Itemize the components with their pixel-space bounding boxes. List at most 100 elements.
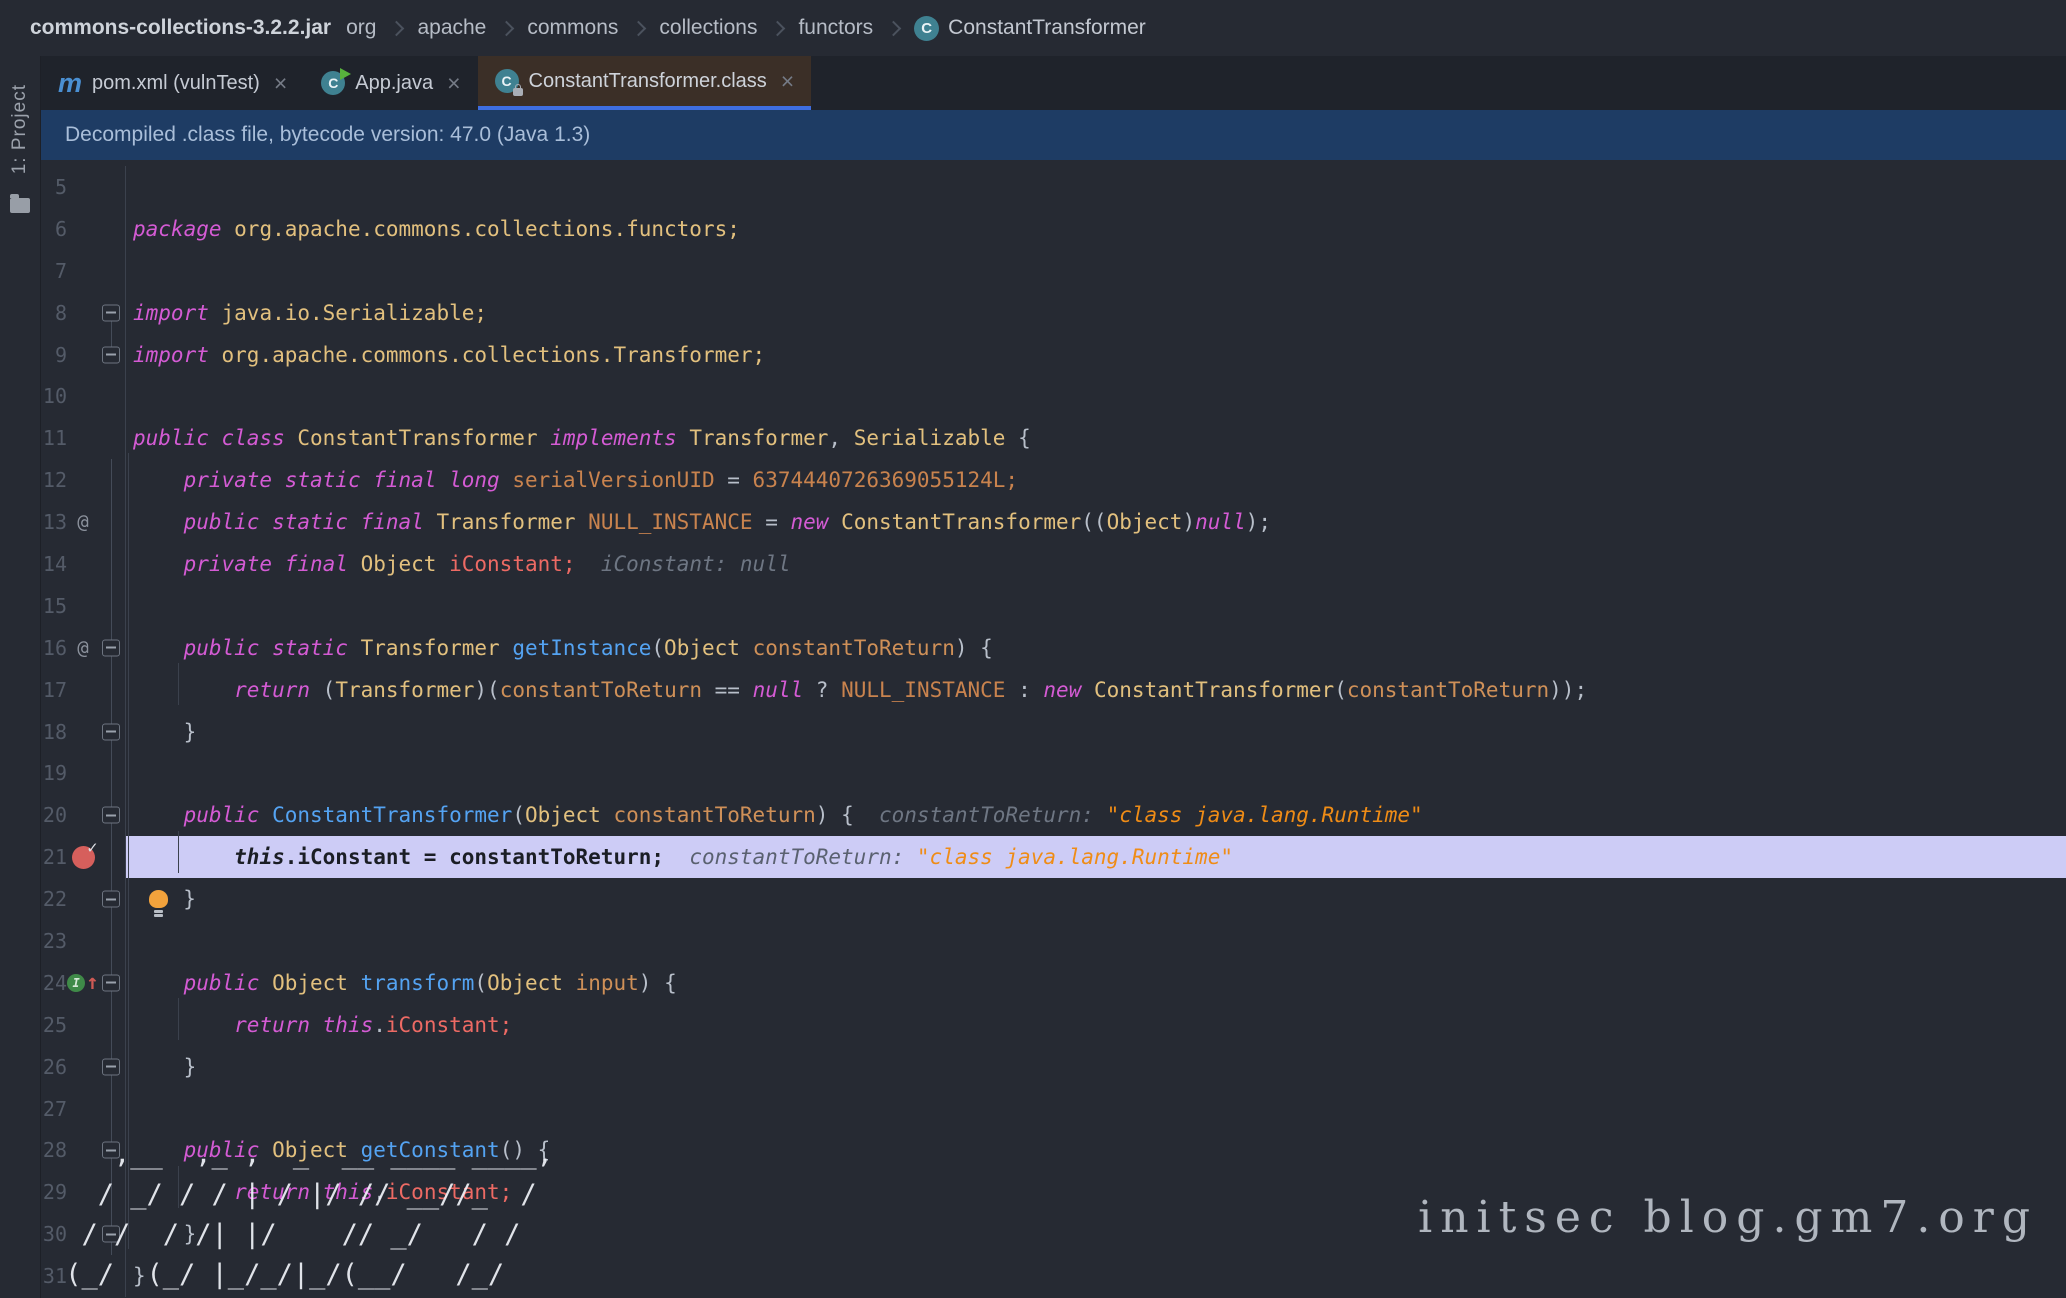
token-pln — [133, 1055, 184, 1079]
line-number[interactable]: 24 — [41, 971, 67, 995]
fold-column[interactable] — [99, 334, 125, 376]
gutter-slot[interactable]: @ — [67, 637, 99, 659]
line-number[interactable]: 17 — [41, 678, 67, 702]
intention-bulb-icon[interactable] — [149, 890, 168, 908]
code-editor[interactable]: 56package org.apache.commons.collections… — [41, 160, 2066, 1298]
tab-close-icon[interactable]: × — [781, 70, 794, 93]
fold-marker-icon[interactable] — [102, 639, 120, 656]
code-line-8: 8import java.io.Serializable; — [41, 292, 2066, 334]
tab-close-icon[interactable]: × — [447, 72, 460, 95]
token-dbv: "class java.lang.Runtime" — [1107, 803, 1423, 827]
code-line-15: 15 — [41, 585, 2066, 627]
fold-column[interactable] — [99, 878, 125, 920]
line-number[interactable]: 14 — [41, 552, 67, 576]
line-number[interactable]: 6 — [41, 217, 67, 241]
token-pln — [133, 636, 184, 660]
fold-column[interactable] — [99, 920, 125, 962]
line-number[interactable]: 9 — [41, 343, 67, 367]
line-number[interactable]: 23 — [41, 929, 67, 953]
breadcrumb-class[interactable]: C ConstantTransformer — [914, 16, 1146, 41]
fold-column[interactable] — [99, 166, 125, 208]
fold-column[interactable] — [99, 375, 125, 417]
project-tool-button[interactable]: 1: Project — [9, 84, 31, 174]
token-pun: : — [1018, 678, 1043, 702]
fold-column[interactable] — [99, 585, 125, 627]
line-number[interactable]: 27 — [41, 1097, 67, 1121]
fold-column[interactable] — [99, 627, 125, 669]
line-number[interactable]: 22 — [41, 887, 67, 911]
tab-constanttransformer-class[interactable]: CConstantTransformer.class× — [478, 56, 812, 110]
maven-icon: m — [58, 70, 82, 97]
token-pun: } — [184, 720, 197, 744]
gutter-slot[interactable] — [67, 846, 99, 869]
fold-column[interactable] — [99, 669, 125, 711]
token-pun: ) { — [639, 971, 677, 995]
fold-column[interactable] — [99, 250, 125, 292]
fold-column[interactable] — [99, 208, 125, 250]
breakpoint-icon[interactable] — [72, 846, 95, 869]
fold-marker-icon[interactable] — [102, 304, 120, 321]
fold-column[interactable] — [99, 459, 125, 501]
line-number[interactable]: 21 — [41, 845, 67, 869]
line-number[interactable]: 11 — [41, 426, 67, 450]
breadcrumb-item-collections[interactable]: collections — [659, 16, 757, 40]
token-pun: )( — [474, 678, 499, 702]
token-pun: ) { — [955, 636, 993, 660]
gutter-slot[interactable]: @ — [67, 511, 99, 533]
line-number[interactable]: 25 — [41, 1013, 67, 1037]
line-number[interactable]: 20 — [41, 803, 67, 827]
fold-marker-icon[interactable] — [102, 891, 120, 908]
line-number[interactable]: 12 — [41, 468, 67, 492]
fold-column[interactable] — [99, 1088, 125, 1130]
breadcrumb-root[interactable]: commons-collections-3.2.2.jar — [30, 16, 331, 40]
code-text: public static Transformer getInstance(Ob… — [125, 627, 2066, 669]
tab-close-icon[interactable]: × — [274, 72, 287, 95]
token-cls: Object — [272, 971, 361, 995]
fold-marker-icon[interactable] — [102, 346, 120, 363]
fold-column[interactable] — [99, 711, 125, 753]
implementing-method-icon[interactable]: I — [67, 974, 85, 992]
gutter-slot[interactable]: I↑ — [67, 972, 99, 993]
fold-column[interactable] — [99, 836, 125, 878]
fold-column[interactable] — [99, 1004, 125, 1046]
line-number[interactable]: 8 — [41, 301, 67, 325]
fold-column[interactable] — [99, 794, 125, 836]
token-kw: new — [1043, 678, 1094, 702]
token-sf: NULL_INSTANCE — [588, 510, 765, 534]
fold-column[interactable] — [99, 962, 125, 1004]
line-number[interactable]: 7 — [41, 259, 67, 283]
code-text: this.iConstant = constantToReturn; const… — [125, 836, 2066, 878]
fold-column[interactable] — [99, 1046, 125, 1088]
breadcrumb-item-org[interactable]: org — [346, 16, 376, 40]
breadcrumb-item-functors[interactable]: functors — [798, 16, 873, 40]
fold-column[interactable] — [99, 501, 125, 543]
code-line-13: 13@ public static final Transformer NULL… — [41, 501, 2066, 543]
fold-marker-icon[interactable] — [102, 974, 120, 991]
line-number[interactable]: 19 — [41, 761, 67, 785]
fold-column[interactable] — [99, 292, 125, 334]
breadcrumb-item-commons[interactable]: commons — [527, 16, 618, 40]
code-text — [125, 920, 2066, 962]
token-pkg: org.apache.commons.collections.functors; — [234, 217, 740, 241]
line-number[interactable]: 16 — [41, 636, 67, 660]
token-pln — [133, 845, 234, 869]
fold-column[interactable] — [99, 752, 125, 794]
line-number[interactable]: 5 — [41, 175, 67, 199]
line-number[interactable]: 26 — [41, 1055, 67, 1079]
fold-column[interactable] — [99, 417, 125, 459]
tab-pom-xml-vulntest-[interactable]: mpom.xml (vulnTest)× — [41, 56, 304, 110]
fold-marker-icon[interactable] — [102, 1058, 120, 1075]
line-number[interactable]: 15 — [41, 594, 67, 618]
annotation-at-icon: @ — [77, 511, 88, 533]
tab-app-java[interactable]: CApp.java× — [304, 56, 477, 110]
fold-marker-icon[interactable] — [102, 723, 120, 740]
fold-column[interactable] — [99, 543, 125, 585]
chevron-right-icon — [770, 20, 786, 36]
line-number[interactable]: 18 — [41, 720, 67, 744]
breadcrumb-item-apache[interactable]: apache — [417, 16, 486, 40]
line-number[interactable]: 10 — [41, 384, 67, 408]
token-pun: , — [828, 426, 853, 450]
line-number[interactable]: 13 — [41, 510, 67, 534]
fold-marker-icon[interactable] — [102, 807, 120, 824]
token-pkg: org.apache.commons.collections.Transform… — [222, 343, 766, 367]
